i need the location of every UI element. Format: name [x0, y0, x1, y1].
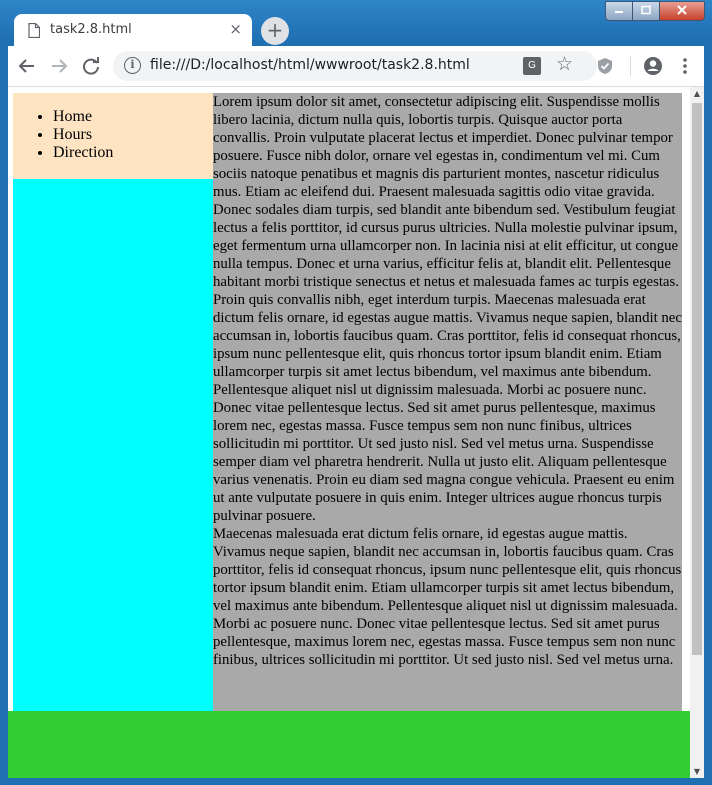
maximize-icon [641, 5, 651, 15]
document-icon [28, 23, 40, 38]
new-tab-button[interactable]: + [261, 17, 289, 45]
address-bar[interactable]: i file:///D:/localhost/html/wwwroot/task… [113, 51, 597, 81]
sidebar: Home Hours Direction [13, 93, 213, 721]
tab-title: task2.8.html [50, 22, 132, 37]
maximize-button[interactable] [632, 1, 660, 21]
forward-arrow-icon[interactable] [48, 55, 70, 77]
content-paragraph-2: Maecenas malesuada erat dictum felis orn… [213, 526, 682, 668]
account-icon[interactable] [642, 55, 664, 77]
tab-close-icon[interactable]: × [229, 20, 242, 38]
menu-icon[interactable] [674, 55, 696, 77]
vertical-scrollbar[interactable]: ▲ ▼ [690, 87, 704, 778]
main-content: Lorem ipsum dolor sit amet, consectetur … [213, 93, 682, 715]
scroll-down-icon[interactable]: ▼ [690, 765, 704, 778]
url-text[interactable]: file:///D:/localhost/html/wwwroot/task2.… [150, 57, 470, 73]
footer [8, 711, 690, 778]
nav-item-hours[interactable]: Hours [53, 126, 113, 144]
toolbar-divider [630, 56, 631, 76]
page-viewport: Home Hours Direction Lorem ipsum dolor s… [8, 86, 704, 778]
page: Home Hours Direction Lorem ipsum dolor s… [8, 87, 690, 778]
info-icon[interactable]: i [124, 57, 141, 74]
star-icon[interactable]: ☆ [556, 53, 573, 75]
browser-toolbar: i file:///D:/localhost/html/wwwroot/task… [8, 46, 704, 86]
back-arrow-icon[interactable] [16, 55, 38, 77]
content-paragraph-1: Lorem ipsum dolor sit amet, consectetur … [213, 94, 682, 524]
nav-item-home[interactable]: Home [53, 108, 113, 126]
shield-icon[interactable] [594, 55, 616, 77]
nav-list: Home Hours Direction [53, 108, 113, 162]
nav-item-direction[interactable]: Direction [53, 144, 113, 162]
close-window-button[interactable] [659, 1, 705, 21]
translate-icon[interactable]: G [523, 57, 541, 75]
scrollbar-thumb[interactable] [692, 103, 702, 655]
close-icon [677, 5, 687, 15]
browser-tab[interactable]: task2.8.html × [14, 14, 252, 46]
minimize-button[interactable] [605, 1, 633, 21]
nav-menu: Home Hours Direction [13, 93, 213, 179]
scroll-up-icon[interactable]: ▲ [690, 87, 704, 101]
reload-icon[interactable] [80, 55, 102, 77]
browser-window: task2.8.html × + i file:///D:/localhost/… [0, 0, 712, 785]
minimize-icon [615, 11, 623, 13]
